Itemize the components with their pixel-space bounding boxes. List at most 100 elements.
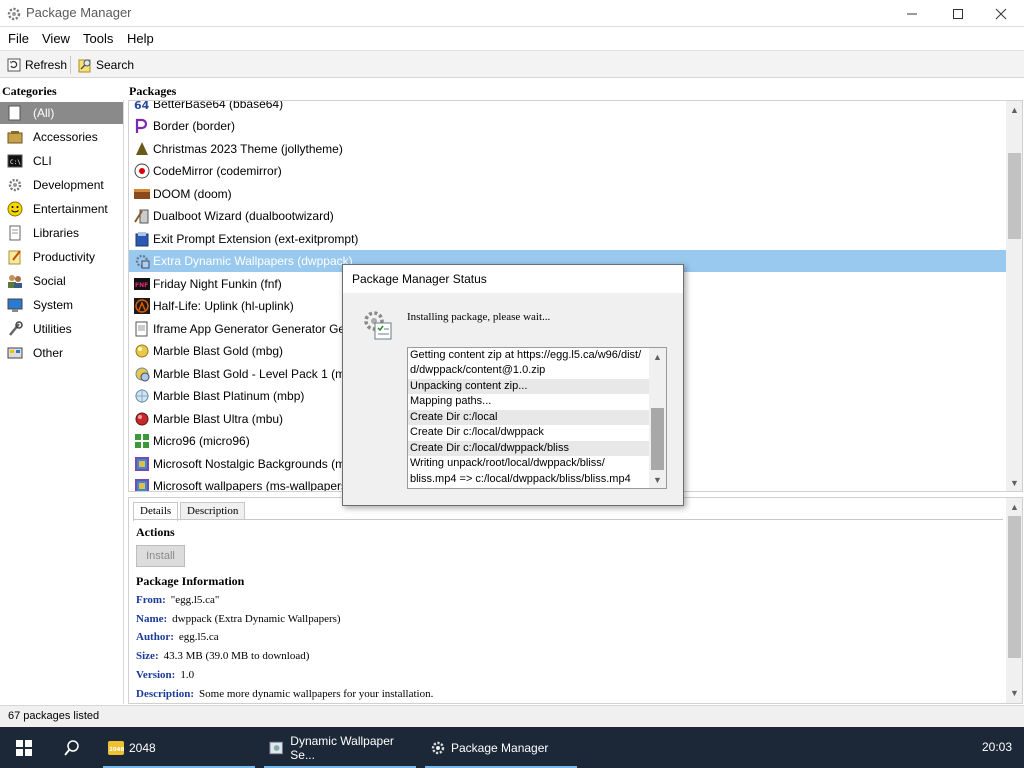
backgrounds-icon [135, 457, 149, 471]
package-label: Microsoft wallpapers (ms-wallpapers) [153, 479, 352, 492]
installing-icon [364, 311, 392, 340]
category-other[interactable]: Other [0, 342, 123, 364]
search-button[interactable]: Search [77, 55, 134, 75]
start-button[interactable] [0, 727, 48, 768]
info-key: Description: [136, 688, 195, 700]
package-manager-icon [7, 7, 21, 21]
menu-file[interactable]: File [8, 31, 29, 46]
scroll-up-arrow[interactable]: ▲ [649, 348, 666, 365]
category-label: Productivity [33, 250, 96, 264]
category-utilities[interactable]: Utilities [0, 318, 123, 340]
taskbar-task-2048[interactable]: 2048 2048 [103, 727, 255, 768]
taskbar-task-dynamic-wallpaper[interactable]: Dynamic Wallpaper Se... [264, 727, 416, 768]
category-label: System [33, 298, 74, 312]
scroll-up-arrow[interactable]: ▲ [1006, 101, 1022, 118]
title-bar: Package Manager [0, 0, 1024, 27]
productivity-icon [8, 250, 21, 265]
categories-header: Categories [2, 84, 57, 98]
taskbar-task-package-manager[interactable]: Package Manager [425, 727, 577, 768]
scroll-thumb[interactable] [1008, 516, 1021, 658]
menu-help[interactable]: Help [127, 31, 154, 46]
development-icon [8, 178, 22, 192]
package-row[interactable]: Border (border) [129, 115, 1006, 137]
package-row[interactable]: CodeMirror (codemirror) [129, 160, 1006, 182]
codemirror-icon [134, 163, 150, 179]
package-label: CodeMirror (codemirror) [153, 164, 282, 178]
dynamic-wallpaper-icon [269, 741, 283, 754]
border-icon [135, 118, 148, 133]
game-2048-icon: 2048 [108, 740, 124, 755]
info-description: Description: Some more dynamic wallpapers… [136, 688, 433, 700]
info-key: Author: [136, 631, 174, 643]
wallpaper-icon [135, 254, 150, 269]
install-button[interactable]: Install [136, 545, 185, 567]
marble-gold-icon [135, 344, 149, 358]
info-version: Version: 1.0 [136, 669, 194, 681]
minimize-button[interactable] [889, 0, 935, 27]
package-row[interactable]: DOOM (doom) [129, 183, 1006, 205]
categories-list: (All) Accessories C:\ CLI Development En… [0, 100, 124, 704]
category-label: Entertainment [33, 202, 108, 216]
package-label: Half-Life: Uplink (hl-uplink) [153, 299, 294, 313]
category-system[interactable]: System [0, 294, 123, 316]
package-label: Marble Blast Ultra (mbu) [153, 412, 284, 426]
log-line: Create Dir c:/local/dwppack/bliss [408, 441, 649, 456]
category-entertainment[interactable]: Entertainment [0, 198, 123, 220]
package-label: Marble Blast Gold (mbg) [153, 344, 284, 358]
package-label: Christmas 2023 Theme (jollytheme) [153, 142, 343, 156]
toolbar-separator [70, 56, 71, 74]
tab-description[interactable]: Description [180, 502, 246, 520]
log-scrollbar[interactable]: ▲ ▼ [649, 348, 666, 488]
close-button[interactable] [978, 0, 1024, 27]
packages-scrollbar[interactable]: ▲ ▼ [1006, 101, 1022, 491]
category-label: CLI [33, 154, 52, 168]
refresh-button[interactable]: Refresh [6, 55, 67, 75]
log-line: Writing unpack/root/local/dwppack/bliss/ [410, 457, 605, 469]
details-scrollbar[interactable]: ▲ ▼ [1006, 498, 1022, 703]
all-icon [8, 105, 21, 121]
menu-tools[interactable]: Tools [83, 31, 113, 46]
category-all[interactable]: (All) [0, 102, 123, 124]
category-development[interactable]: Development [0, 174, 123, 196]
dialog-title: Package Manager Status [352, 272, 487, 286]
scroll-thumb[interactable] [1008, 153, 1021, 239]
package-row[interactable]: 64 BetterBase64 (bbase64) [129, 101, 1006, 115]
taskbar-clock[interactable]: 20:03 [982, 740, 1012, 754]
package-manager-icon [431, 741, 445, 754]
package-row[interactable]: Christmas 2023 Theme (jollytheme) [129, 138, 1006, 160]
category-productivity[interactable]: Productivity [0, 246, 123, 268]
dialog-message: Installing package, please wait... [407, 311, 551, 323]
marble-pack-icon [135, 367, 150, 382]
entertainment-icon [7, 201, 23, 217]
info-size: Size: 43.3 MB (39.0 MB to download) [136, 650, 309, 662]
svg-text:C:\: C:\ [10, 159, 21, 166]
category-libraries[interactable]: Libraries [0, 222, 123, 244]
menu-bar: File View Tools Help [0, 28, 1024, 49]
maximize-button[interactable] [935, 0, 981, 27]
menu-view[interactable]: View [42, 31, 70, 46]
package-row[interactable]: Dualboot Wizard (dualbootwizard) [129, 205, 1006, 227]
toolbar: Refresh Search [0, 50, 1024, 78]
category-accessories[interactable]: Accessories [0, 126, 123, 148]
doom-icon [134, 189, 150, 199]
package-row[interactable]: Exit Prompt Extension (ext-exitprompt) [129, 228, 1006, 250]
category-social[interactable]: Social [0, 270, 123, 292]
package-info-header: Package Information [136, 574, 245, 588]
category-label: Development [33, 178, 104, 192]
scroll-down-arrow[interactable]: ▼ [1006, 474, 1022, 491]
refresh-label: Refresh [25, 58, 68, 72]
svg-text:2048: 2048 [109, 747, 124, 753]
scroll-down-arrow[interactable]: ▼ [1006, 684, 1022, 701]
taskbar: 2048 2048 Dynamic Wallpaper Se... Packag… [0, 727, 1024, 768]
taskbar-search-button[interactable] [50, 727, 94, 768]
info-value: 1.0 [180, 669, 195, 681]
fnf-icon: FNF [134, 278, 150, 290]
task-label: Dynamic Wallpaper Se... [290, 733, 394, 762]
scroll-down-arrow[interactable]: ▼ [649, 471, 666, 488]
scroll-thumb[interactable] [651, 408, 664, 470]
category-cli[interactable]: C:\ CLI [0, 150, 123, 172]
social-icon [8, 275, 22, 288]
log-line: Create Dir c:/local/dwppack [410, 426, 544, 438]
scroll-up-arrow[interactable]: ▲ [1006, 498, 1022, 515]
maximize-icon [953, 8, 963, 19]
